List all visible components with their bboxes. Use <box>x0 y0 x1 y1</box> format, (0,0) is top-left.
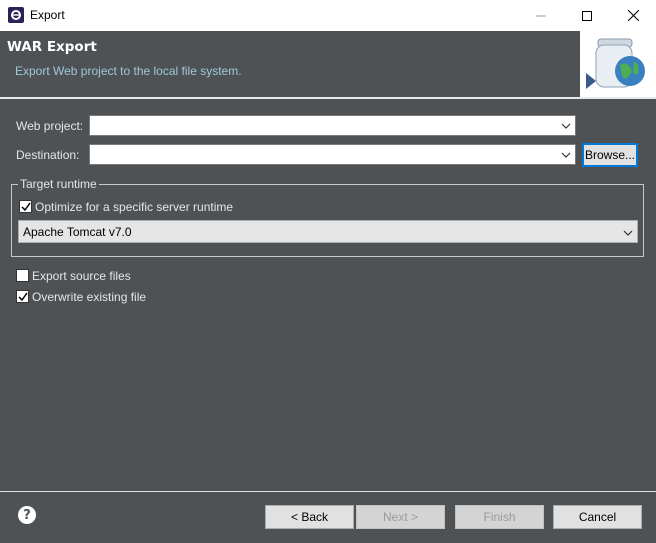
chevron-down-icon[interactable] <box>557 116 575 135</box>
overwrite-file-checkbox[interactable] <box>16 290 29 303</box>
eclipse-app-icon <box>8 7 24 23</box>
export-source-label[interactable]: Export source files <box>32 269 131 283</box>
cancel-button[interactable]: Cancel <box>553 505 642 529</box>
checkmark-icon <box>20 202 31 211</box>
checkmark-icon <box>17 292 28 301</box>
target-runtime-group-title: Target runtime <box>18 177 99 191</box>
runtime-select[interactable]: Apache Tomcat v7.0 <box>18 220 638 243</box>
optimize-runtime-checkbox[interactable] <box>19 200 32 213</box>
maximize-button[interactable] <box>564 0 610 31</box>
wizard-body: Web project: Destination: Browse... Targ… <box>0 99 656 491</box>
next-button[interactable]: Next > <box>356 505 445 529</box>
chevron-down-icon[interactable] <box>557 145 575 164</box>
runtime-select-value: Apache Tomcat v7.0 <box>23 225 132 239</box>
destination-label: Destination: <box>16 148 80 162</box>
wizard-title: WAR Export <box>7 39 97 55</box>
window-titlebar: Export <box>0 0 656 31</box>
window-title: Export <box>30 8 65 22</box>
maximize-icon <box>582 10 592 21</box>
destination-combo[interactable] <box>89 144 576 165</box>
overwrite-file-label[interactable]: Overwrite existing file <box>32 290 146 304</box>
finish-button[interactable]: Finish <box>455 505 544 529</box>
optimize-runtime-label[interactable]: Optimize for a specific server runtime <box>35 200 233 214</box>
help-icon[interactable]: ? <box>18 506 36 524</box>
browse-button[interactable]: Browse... <box>582 143 638 167</box>
chevron-down-icon <box>623 225 633 239</box>
minimize-button[interactable] <box>518 0 564 31</box>
wizard-banner-image <box>580 31 656 97</box>
wizard-footer: ? < Back Next > Finish Cancel <box>0 492 656 543</box>
export-source-checkbox[interactable] <box>16 269 29 282</box>
minimize-icon <box>536 15 546 16</box>
close-icon <box>627 10 639 21</box>
close-button[interactable] <box>610 0 656 31</box>
wizard-banner: WAR Export Export Web project to the loc… <box>0 31 656 97</box>
back-button[interactable]: < Back <box>265 505 354 529</box>
web-project-label: Web project: <box>16 119 84 133</box>
war-jar-globe-icon <box>586 38 645 89</box>
wizard-description: Export Web project to the local file sys… <box>15 64 242 78</box>
web-project-combo[interactable] <box>89 115 576 136</box>
